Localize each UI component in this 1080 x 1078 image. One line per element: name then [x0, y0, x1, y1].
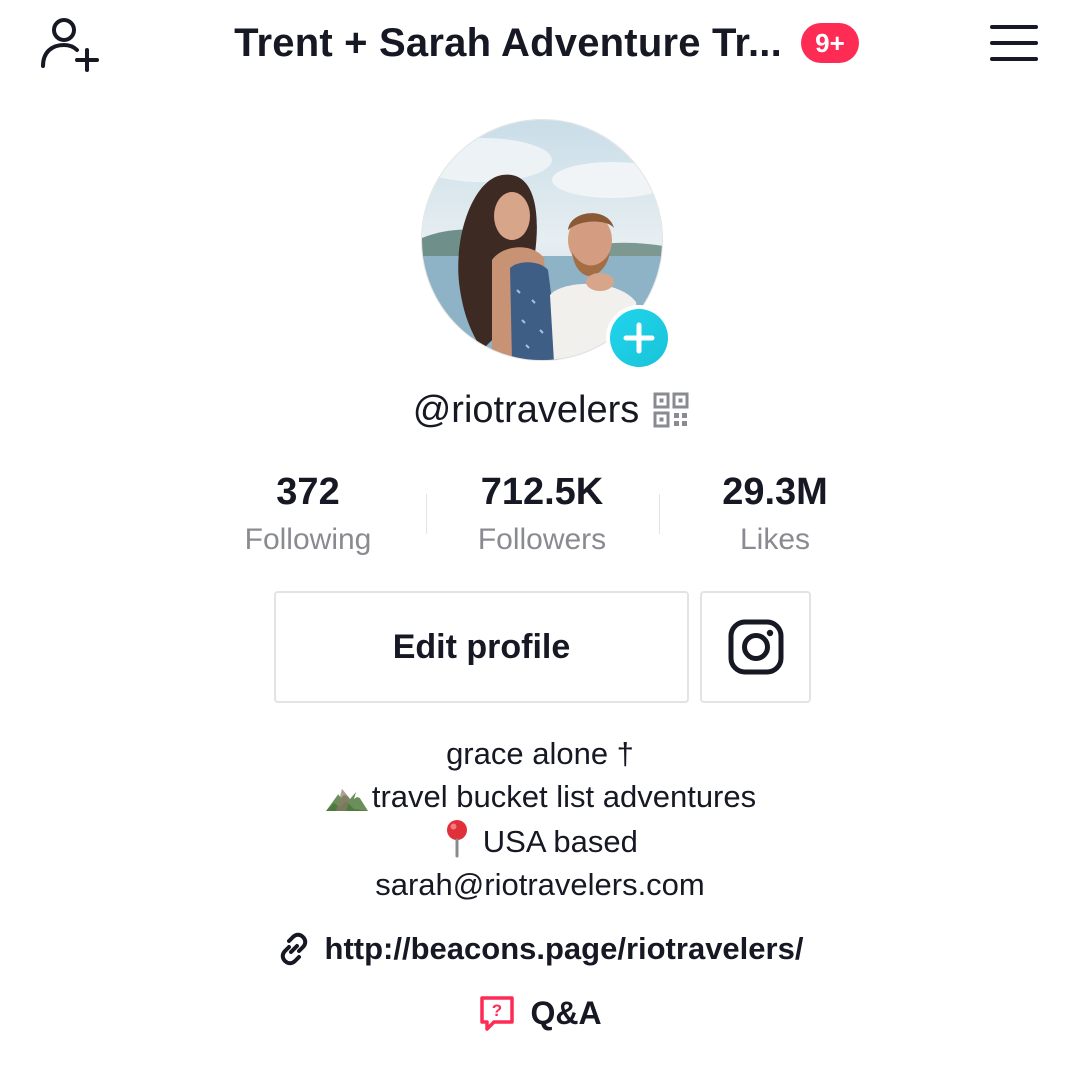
notification-badge[interactable]: 9+: [801, 23, 859, 63]
bio: grace alone † travel bucket list adventu…: [0, 732, 1080, 906]
bio-email: sarah@riotravelers.com: [375, 867, 705, 902]
qa-button[interactable]: ? Q&A: [0, 990, 1080, 1036]
username: @riotravelers: [412, 388, 640, 431]
link-url[interactable]: http://beacons.page/riotravelers/: [325, 931, 804, 967]
svg-text:?: ?: [492, 1001, 502, 1020]
profile-display-name: Trent + Sarah Adventure Tr...: [234, 20, 782, 65]
plus-icon: [623, 322, 655, 354]
bio-line: grace alone †: [446, 736, 634, 771]
bio-link[interactable]: http://beacons.page/riotravelers/: [0, 926, 1080, 972]
bio-line-text: USA based: [474, 824, 638, 859]
profile-title: Trent + Sarah Adventure Tr...: [228, 18, 788, 68]
mountain-emoji-icon: [325, 789, 368, 811]
followers-label: Followers: [477, 523, 607, 556]
question-bubble-icon: ?: [480, 996, 515, 1031]
add-avatar-button[interactable]: [606, 305, 672, 371]
followers-count: 712.5K: [480, 471, 604, 513]
stat-likes[interactable]: 29.3M Likes: [665, 468, 885, 560]
edit-profile-button[interactable]: Edit profile: [274, 591, 689, 703]
qr-code-icon[interactable]: [653, 392, 689, 428]
bio-line-text: travel bucket list adventures: [371, 779, 757, 814]
hamburger-menu-icon[interactable]: [988, 22, 1040, 64]
likes-label: Likes: [739, 523, 811, 556]
person-add-icon[interactable]: [38, 14, 104, 74]
following-label: Following: [244, 523, 372, 556]
bio-line: travel bucket list adventures: [0, 775, 1080, 818]
username-row: @riotravelers: [0, 384, 1080, 436]
likes-count: 29.3M: [722, 471, 828, 513]
following-count: 372: [276, 471, 340, 513]
stat-divider: [659, 494, 660, 534]
stat-following[interactable]: 372 Following: [198, 468, 418, 560]
stat-divider: [426, 494, 427, 534]
link-icon: [280, 932, 307, 966]
instagram-icon: [728, 619, 783, 675]
pin-emoji-icon: [447, 820, 468, 858]
stat-followers[interactable]: 712.5K Followers: [432, 468, 652, 560]
instagram-button[interactable]: [700, 591, 811, 703]
bio-line: USA based: [0, 818, 1080, 863]
qa-label: Q&A: [530, 994, 602, 1031]
